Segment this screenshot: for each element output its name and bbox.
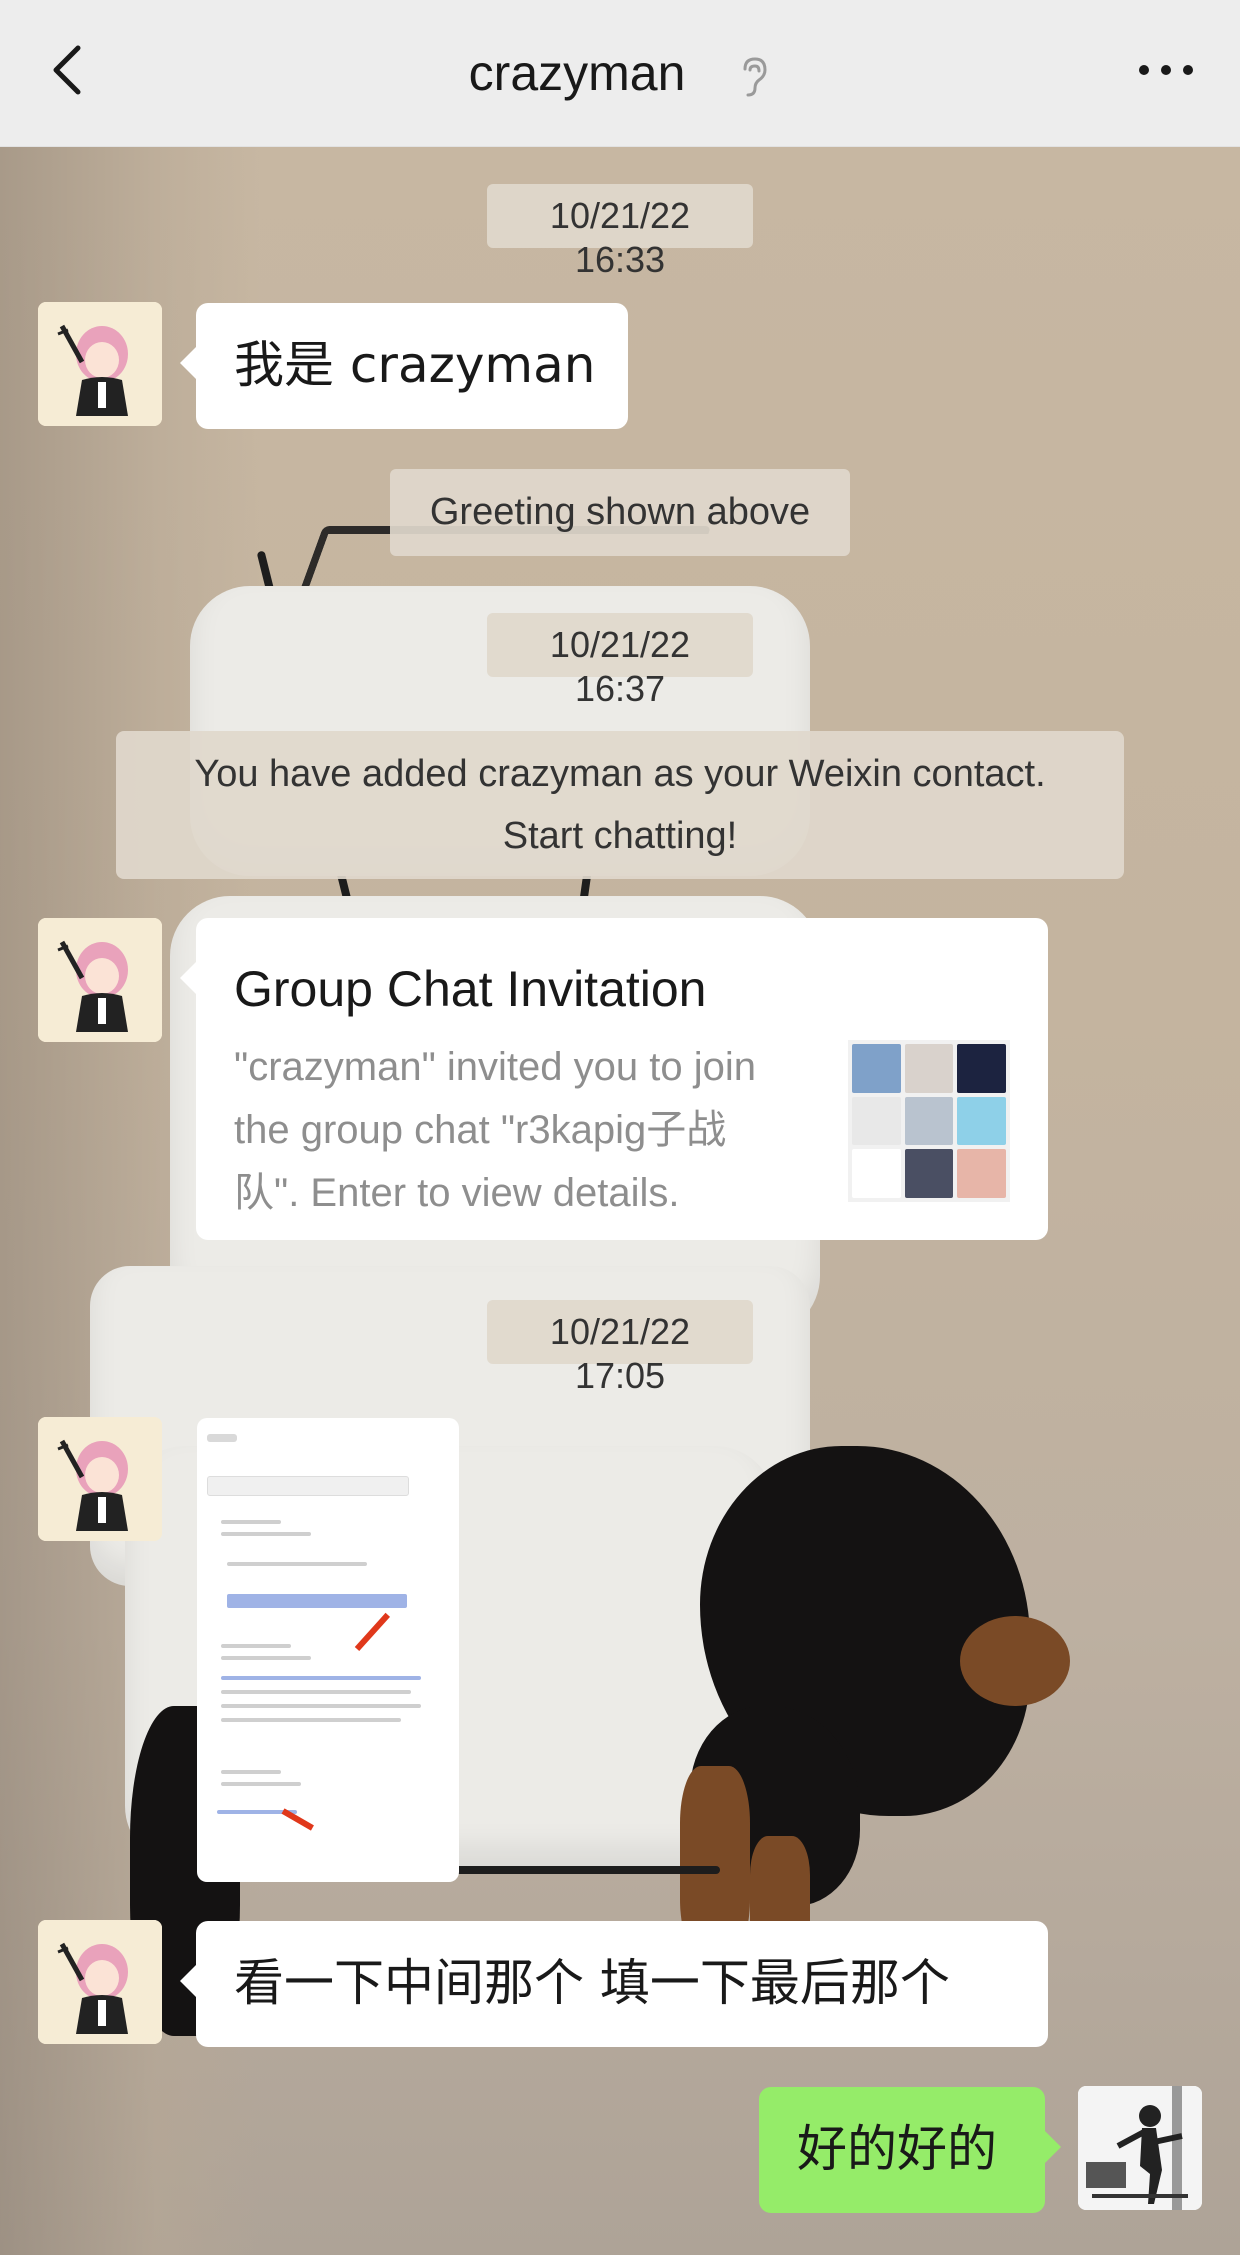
contact-avatar[interactable]: [38, 1417, 162, 1541]
member-avatar: [904, 1096, 954, 1146]
group-avatar-grid: [848, 1040, 1010, 1202]
my-avatar[interactable]: [1078, 2086, 1202, 2210]
message-text: 好的好的: [797, 2120, 997, 2178]
screenshot-image-message[interactable]: [197, 1418, 459, 1882]
system-note-line: You have added crazyman as your Weixin c…: [194, 753, 1046, 795]
member-avatar: [904, 1149, 954, 1198]
contact-name: crazyman: [468, 45, 686, 101]
message-text: 看一下中间那个 填一下最后那个: [234, 1954, 950, 2012]
member-avatar: [957, 1149, 1006, 1198]
contact-avatar[interactable]: [38, 918, 162, 1042]
system-note-greeting: Greeting shown above: [390, 469, 850, 556]
card-description: "crazyman" invited you to join the group…: [234, 1036, 814, 1225]
timestamp: 10/21/22 16:33: [487, 184, 753, 280]
card-description-line: 队". Enter to view details.: [234, 1171, 680, 1215]
chat-title: crazyman: [0, 44, 1240, 102]
group-invitation-card[interactable]: Group Chat Invitation "crazyman" invited…: [180, 918, 1048, 1240]
timestamp: 10/21/22 16:37: [487, 613, 753, 709]
member-avatar: [852, 1149, 901, 1198]
message-bubble[interactable]: 我是 crazyman: [180, 303, 628, 429]
earpiece-icon: [743, 56, 767, 96]
card-description-line: "crazyman" invited you to join: [234, 1045, 756, 1089]
chat-header: crazyman: [0, 0, 1240, 147]
my-message-bubble[interactable]: 好的好的: [759, 2087, 1061, 2213]
more-dots-icon[interactable]: [1134, 50, 1198, 90]
timestamp: 10/21/22 17:05: [487, 1300, 753, 1396]
member-avatar: [957, 1044, 1006, 1093]
card-title: Group Chat Invitation: [234, 961, 707, 1017]
message-bubble[interactable]: 看一下中间那个 填一下最后那个: [180, 1921, 1048, 2047]
member-avatar: [904, 1044, 954, 1093]
contact-avatar[interactable]: [38, 302, 162, 426]
message-text: 我是 crazyman: [234, 336, 596, 394]
system-note-line: Start chatting!: [502, 815, 738, 857]
card-description-line: the group chat "r3kapig子战: [234, 1108, 727, 1152]
contact-avatar[interactable]: [38, 1920, 162, 2044]
member-avatar: [852, 1096, 901, 1146]
member-avatar: [852, 1044, 901, 1093]
system-note-added-contact: You have added crazyman as your Weixin c…: [116, 731, 1124, 879]
member-avatar: [957, 1096, 1006, 1146]
